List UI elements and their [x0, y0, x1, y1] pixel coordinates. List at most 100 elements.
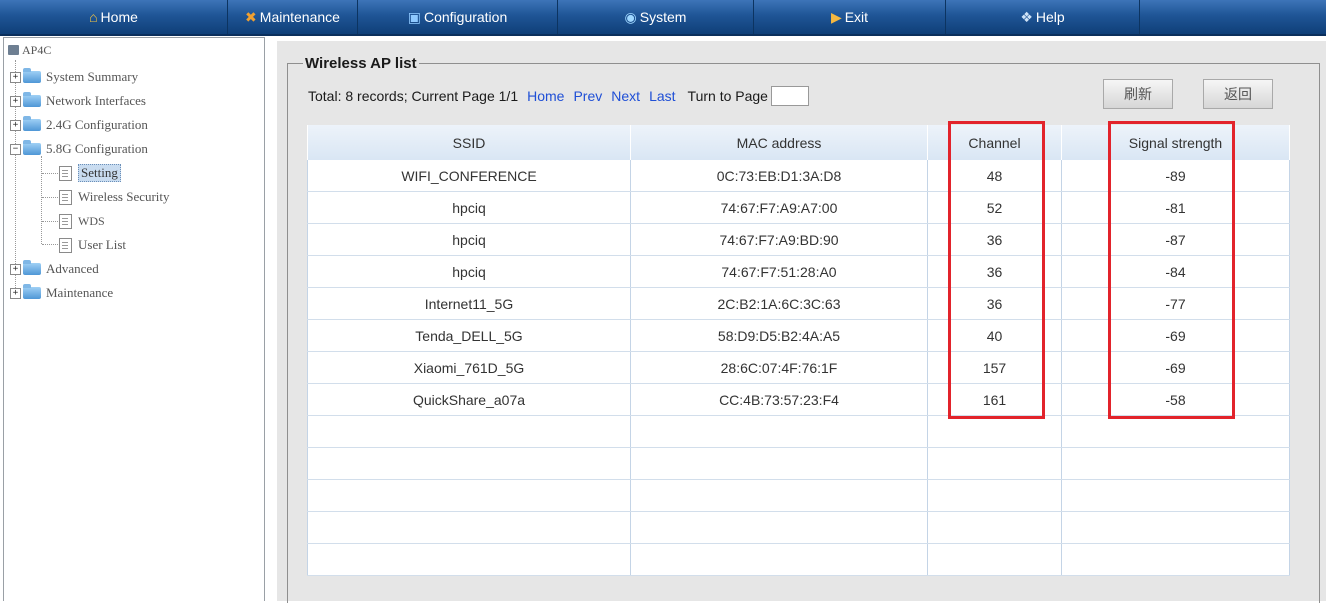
nav-system[interactable]: ◉ System [558, 0, 754, 34]
cell-channel: 36 [927, 223, 1062, 256]
table-row[interactable]: QuickShare_a07a CC:4B:73:57:23:F4 161 -5… [307, 383, 1290, 416]
sidebar-item-label: 5.8G Configuration [46, 141, 148, 156]
empty-table-row [307, 415, 1290, 448]
home-icon: ⌂ [89, 9, 98, 25]
nav-help-label: Help [1035, 9, 1065, 25]
cell-signal: -84 [1061, 255, 1290, 288]
sidebar-item-label: User List [78, 237, 127, 252]
nav-home-label: Home [100, 9, 138, 25]
cell-ssid: hpciq [307, 191, 631, 224]
table-row[interactable]: hpciq 74:67:F7:A9:BD:90 36 -87 [307, 223, 1290, 256]
folder-icon [23, 284, 41, 299]
table-row[interactable]: WIFI_CONFERENCE 0C:73:EB:D1:3A:D8 48 -89 [307, 160, 1290, 192]
collapse-minus-icon[interactable]: − [10, 143, 21, 155]
nav-configuration[interactable]: ▣ Configuration [358, 0, 558, 34]
nav-system-label: System [639, 9, 687, 25]
pager-prev-link[interactable]: Prev [573, 88, 602, 104]
folder-icon [23, 116, 41, 131]
computer-icon [8, 45, 19, 55]
sidebar-item-network-interfaces[interactable]: + Network Interfaces [10, 90, 146, 112]
nav-maintenance-label: Maintenance [259, 9, 340, 25]
sidebar-item-maintenance[interactable]: + Maintenance [10, 282, 113, 304]
nav-exit[interactable]: ▶ Exit [754, 0, 946, 34]
sidebar-item-5-8g-configuration[interactable]: − 5.8G Configuration [10, 138, 148, 160]
cell-signal: -81 [1061, 191, 1290, 224]
sidebar-item-wds[interactable]: WDS [59, 210, 105, 232]
cell-mac: 58:D9:D5:B2:4A:A5 [630, 319, 928, 352]
tree-root[interactable]: AP4C [8, 39, 51, 61]
column-header-mac: MAC address [630, 125, 928, 160]
cell-channel: 36 [927, 287, 1062, 320]
cell-ssid: Internet11_5G [307, 287, 631, 320]
sidebar-item-system-summary[interactable]: + System Summary [10, 66, 138, 88]
cell-mac: 74:67:F7:A9:BD:90 [630, 223, 928, 256]
table-row[interactable]: Xiaomi_761D_5G 28:6C:07:4F:76:1F 157 -69 [307, 351, 1290, 384]
page-icon [59, 189, 72, 205]
nav-home[interactable]: ⌂ Home [0, 0, 228, 34]
sidebar-item-label: Wireless Security [78, 189, 170, 204]
table-header-row: SSID MAC address Channel Signal strength [307, 125, 1290, 160]
cell-channel: 161 [927, 383, 1062, 416]
table-row[interactable]: hpciq 74:67:F7:51:28:A0 36 -84 [307, 255, 1290, 288]
sidebar-item-label: Setting [78, 164, 121, 182]
fieldset-border [287, 63, 288, 603]
cell-signal: -69 [1061, 351, 1290, 384]
column-header-ssid: SSID [307, 125, 631, 160]
expand-plus-icon[interactable]: + [10, 287, 21, 299]
record-summary: Total: 8 records; Current Page 1/1 [308, 88, 519, 104]
sidebar-item-setting[interactable]: Setting [59, 162, 121, 184]
expand-plus-icon[interactable]: + [10, 119, 21, 131]
table-row[interactable]: Internet11_5G 2C:B2:1A:6C:3C:63 36 -77 [307, 287, 1290, 320]
empty-table-row [307, 511, 1290, 544]
tree-root-label: AP4C [22, 42, 52, 57]
tools-icon: ✖ [245, 9, 257, 25]
cell-ssid: Xiaomi_761D_5G [307, 351, 631, 384]
sidebar-item-label: Advanced [46, 261, 99, 276]
expand-plus-icon[interactable]: + [10, 263, 21, 275]
nav-configuration-label: Configuration [423, 9, 508, 25]
table-row[interactable]: hpciq 74:67:F7:A9:A7:00 52 -81 [307, 191, 1290, 224]
expand-plus-icon[interactable]: + [10, 95, 21, 107]
cell-ssid: WIFI_CONFERENCE [307, 160, 631, 192]
empty-table-row [307, 479, 1290, 512]
cell-signal: -89 [1061, 160, 1290, 192]
folder-icon [23, 68, 41, 83]
pager-home-link[interactable]: Home [527, 88, 564, 104]
top-nav-bar: ⌂ Home ✖ Maintenance ▣ Configuration ◉ S… [0, 0, 1326, 36]
page-icon [59, 165, 72, 181]
tree-guide [41, 156, 42, 244]
folder-icon [23, 260, 41, 275]
sidebar-item-advanced[interactable]: + Advanced [10, 258, 99, 280]
panel-title: Wireless AP list [303, 55, 419, 72]
ap-list-table: SSID MAC address Channel Signal strength… [307, 125, 1290, 576]
back-button[interactable]: 返回 [1203, 79, 1273, 109]
help-icon: ❖ [1020, 9, 1033, 25]
turn-to-page-label: Turn to Page [687, 88, 768, 104]
nav-help[interactable]: ❖ Help [946, 0, 1140, 34]
cell-mac: CC:4B:73:57:23:F4 [630, 383, 928, 416]
column-header-channel: Channel [927, 125, 1062, 160]
pager-next-link[interactable]: Next [611, 88, 640, 104]
sidebar-item-label: System Summary [46, 69, 139, 84]
page-icon [59, 237, 72, 253]
cell-signal: -77 [1061, 287, 1290, 320]
tree-guide [42, 221, 58, 222]
expand-plus-icon[interactable]: + [10, 71, 21, 83]
table-row[interactable]: Tenda_DELL_5G 58:D9:D5:B2:4A:A5 40 -69 [307, 319, 1290, 352]
tree-guide [42, 197, 58, 198]
tree-guide [42, 244, 58, 245]
sidebar-item-2-4g-configuration[interactable]: + 2.4G Configuration [10, 114, 148, 136]
tree-guide [42, 173, 58, 174]
folder-open-icon [23, 140, 41, 155]
cell-ssid: hpciq [307, 223, 631, 256]
pager-last-link[interactable]: Last [649, 88, 675, 104]
cell-mac: 74:67:F7:51:28:A0 [630, 255, 928, 288]
sidebar-item-wireless-security[interactable]: Wireless Security [59, 186, 170, 208]
cell-signal: -69 [1061, 319, 1290, 352]
page-number-input[interactable] [770, 86, 809, 106]
sidebar-item-user-list[interactable]: User List [59, 234, 126, 256]
cell-channel: 157 [927, 351, 1062, 384]
refresh-button[interactable]: 刷新 [1103, 79, 1173, 109]
exit-icon: ▶ [830, 9, 842, 25]
nav-maintenance[interactable]: ✖ Maintenance [228, 0, 358, 34]
